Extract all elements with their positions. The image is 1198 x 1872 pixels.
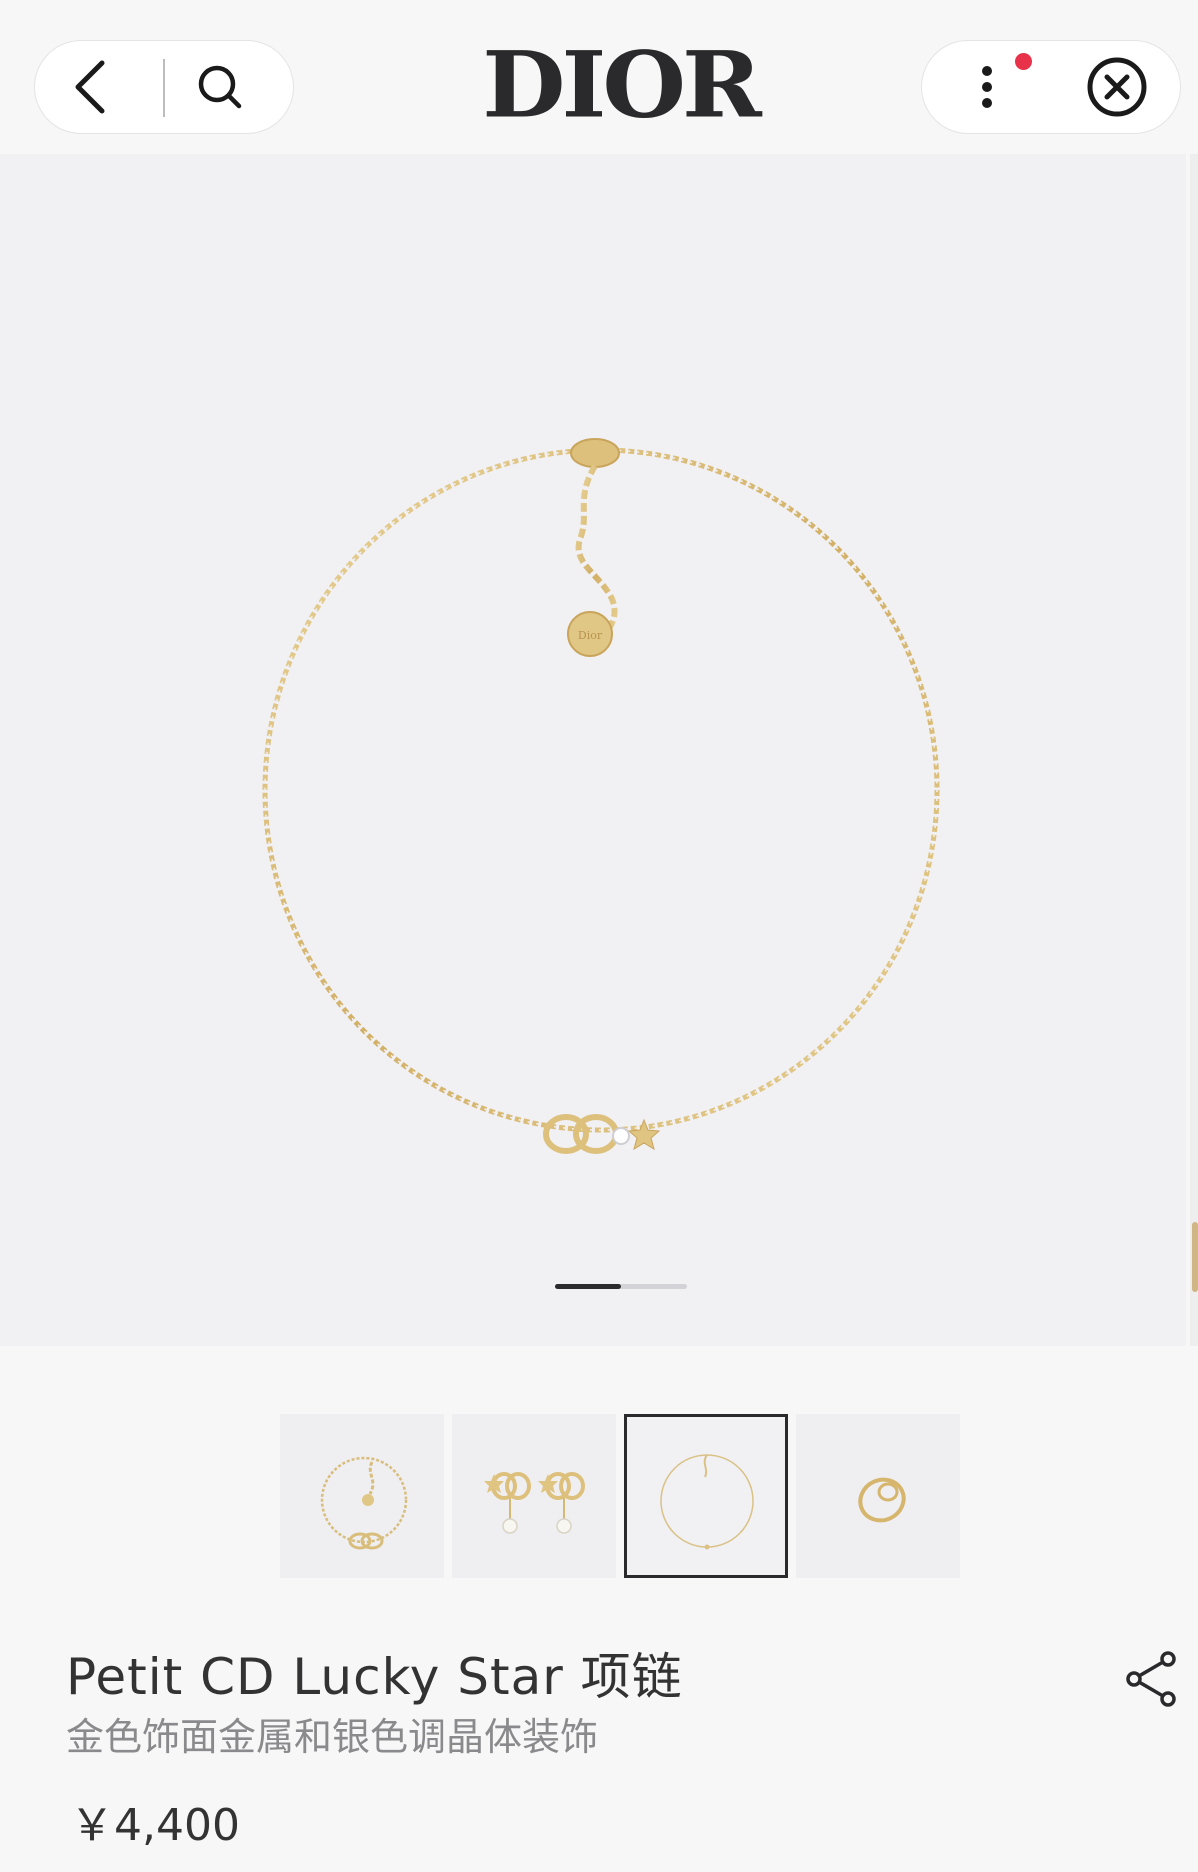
product-image-carousel[interactable]: Dior <box>0 154 1186 1346</box>
notification-dot <box>1015 53 1032 70</box>
bracelet-thumbnail[interactable] <box>280 1414 444 1578</box>
share-icon <box>1126 1651 1176 1707</box>
next-image-peek-detail <box>1192 1222 1198 1292</box>
svg-text:Dior: Dior <box>578 629 603 642</box>
product-subtitle: 金色饰面金属和银色调晶体装饰 <box>66 1715 599 1759</box>
more-button[interactable] <box>932 41 1042 132</box>
product-page: DIOR Dior Petit CD Lucky Star 项链 金色饰面金属和… <box>0 0 1198 1872</box>
bracelet-image <box>320 1456 408 1550</box>
vertical-dots-icon <box>982 65 992 108</box>
back-button[interactable] <box>35 41 145 132</box>
necklace-thumbnail[interactable] <box>624 1414 788 1578</box>
product-price: ￥4,400 <box>70 1800 240 1851</box>
close-circle-icon <box>1087 57 1147 116</box>
ring-image <box>858 1477 906 1523</box>
mini-program-capsule <box>921 40 1181 134</box>
search-button[interactable] <box>165 41 275 132</box>
product-title: Petit CD Lucky Star 项链 <box>66 1648 683 1706</box>
thumbnail-strip <box>280 1414 962 1578</box>
share-button[interactable] <box>1124 1650 1180 1708</box>
necklace-thumb-image <box>660 1454 754 1550</box>
brand-logo[interactable]: DIOR <box>480 32 762 138</box>
carousel-indicator-fill <box>555 1284 621 1289</box>
next-image-peek <box>1190 154 1198 1346</box>
close-button[interactable] <box>1062 41 1172 132</box>
nav-pill <box>34 40 294 134</box>
search-icon <box>198 65 242 108</box>
chevron-left-icon <box>75 60 105 113</box>
necklace-image: Dior <box>262 438 940 1154</box>
top-bar: DIOR <box>0 0 1198 154</box>
carousel-indicator <box>555 1284 687 1289</box>
ring-thumbnail[interactable] <box>796 1414 960 1578</box>
earrings-thumbnail[interactable] <box>452 1414 616 1578</box>
earrings-image <box>484 1472 585 1534</box>
